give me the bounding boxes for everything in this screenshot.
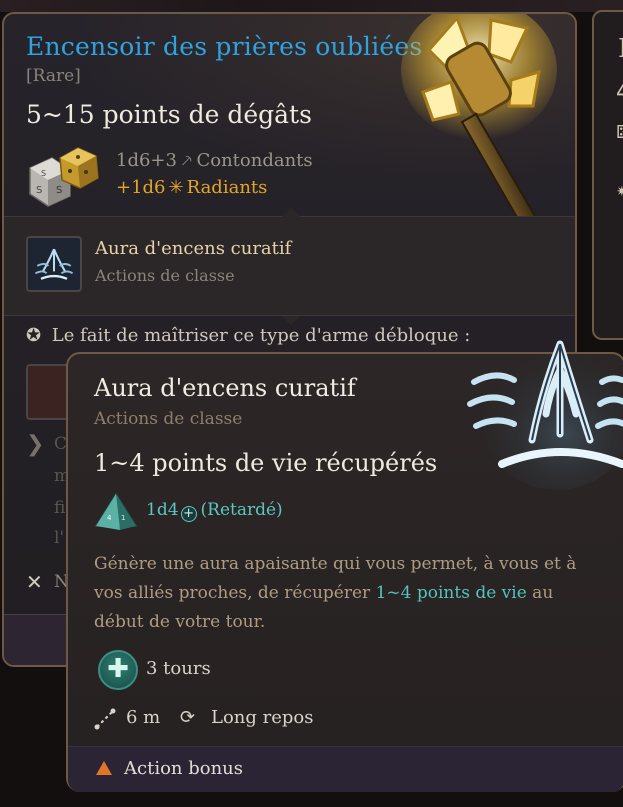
- svg-text:1: 1: [121, 514, 125, 522]
- adjacent-panel-digit: 4: [616, 80, 623, 105]
- heal-dice: 1d4: [146, 500, 179, 520]
- tooltip-heal-range: 1~4 points de vie récupérés: [94, 449, 438, 477]
- svg-text:S: S: [56, 185, 62, 196]
- long-rest-icon: ⟳: [180, 707, 196, 728]
- heal-plus-icon: +: [180, 506, 197, 522]
- dice-pair-icon: S S S: [29, 147, 99, 207]
- band-notch-bottom: [282, 316, 300, 325]
- incense-aura-icon: [35, 248, 74, 280]
- base-damage-type: Contondants: [196, 150, 313, 171]
- svg-text:S: S: [41, 169, 46, 178]
- svg-text:4: 4: [107, 514, 112, 522]
- hidden-text-fragment-3: fi: [54, 498, 66, 518]
- granted-action-band: [4, 216, 575, 316]
- svg-text:S: S: [36, 185, 42, 196]
- item-damage-range: 5~15 points de dégâts: [26, 100, 312, 129]
- band-notch-top: [282, 208, 300, 217]
- action-cost-footer: Action bonus: [68, 746, 623, 792]
- tooltip-title: Aura d'encens curatif: [94, 374, 356, 402]
- granted-action-icon[interactable]: [26, 236, 82, 292]
- extra-damage-dice: +1d6: [116, 177, 166, 198]
- granted-action-category: Actions de classe: [95, 266, 235, 285]
- proficiency-unlock-line: ✪ Le fait de maîtriser ce type d'arme dé…: [26, 325, 470, 346]
- heal-dice-line: 1d4 + (Retardé): [146, 500, 283, 522]
- granted-action-name: Aura d'encens curatif: [95, 238, 292, 259]
- recharge-text: Long repos: [211, 707, 314, 728]
- crossed-weapons-icon: ✕: [26, 570, 43, 594]
- bonus-action-triangle-icon: [96, 761, 112, 775]
- proficiency-unlock-text: Le fait de maîtriser ce type d'arme débl…: [51, 325, 471, 346]
- heal-tag: (Retardé): [200, 500, 283, 520]
- d4-die-icon: 4 1: [94, 492, 138, 530]
- tooltip-description: Génère une aura apaisante qui vous perme…: [94, 550, 604, 637]
- base-damage-dice: 1d6+3: [116, 150, 177, 171]
- extra-damage-line: +1d6 ✳ Radiants: [116, 177, 267, 198]
- background-strip: [0, 0, 623, 12]
- extra-damage-type: Radiants: [186, 177, 268, 198]
- range-text: 6 m: [126, 707, 161, 728]
- range-icon: [94, 708, 116, 730]
- base-damage-line: 1d6+3 ⸕ Contondants: [116, 148, 313, 172]
- adjacent-panel-letter: I: [618, 34, 623, 64]
- adjacent-dice-icon: ⚄: [616, 122, 623, 143]
- mace-art: [401, 14, 557, 235]
- radiant-icon: ✳: [168, 177, 184, 198]
- incense-fountain-art: [467, 340, 623, 490]
- proficiency-badge-icon: ✪: [26, 325, 42, 346]
- tooltip-category: Actions de classe: [94, 409, 243, 429]
- description-highlight: 1~4 points de vie: [375, 583, 527, 603]
- hidden-text-fragment-4: l': [54, 528, 65, 548]
- slash-icon: ❯: [26, 432, 45, 457]
- action-cost-text: Action bonus: [124, 758, 244, 779]
- turns-heal-icon: ✚: [98, 650, 138, 690]
- bludgeon-icon: ⸕: [179, 150, 194, 171]
- adjacent-tooltip-panel: I 4 ⚄ ✷: [592, 10, 623, 340]
- duration-text: 3 tours: [146, 658, 211, 679]
- adjacent-badge-icon: ✷: [616, 184, 623, 200]
- item-name: Encensoir des prières oubliées: [26, 32, 423, 61]
- item-rarity: [Rare]: [26, 66, 81, 86]
